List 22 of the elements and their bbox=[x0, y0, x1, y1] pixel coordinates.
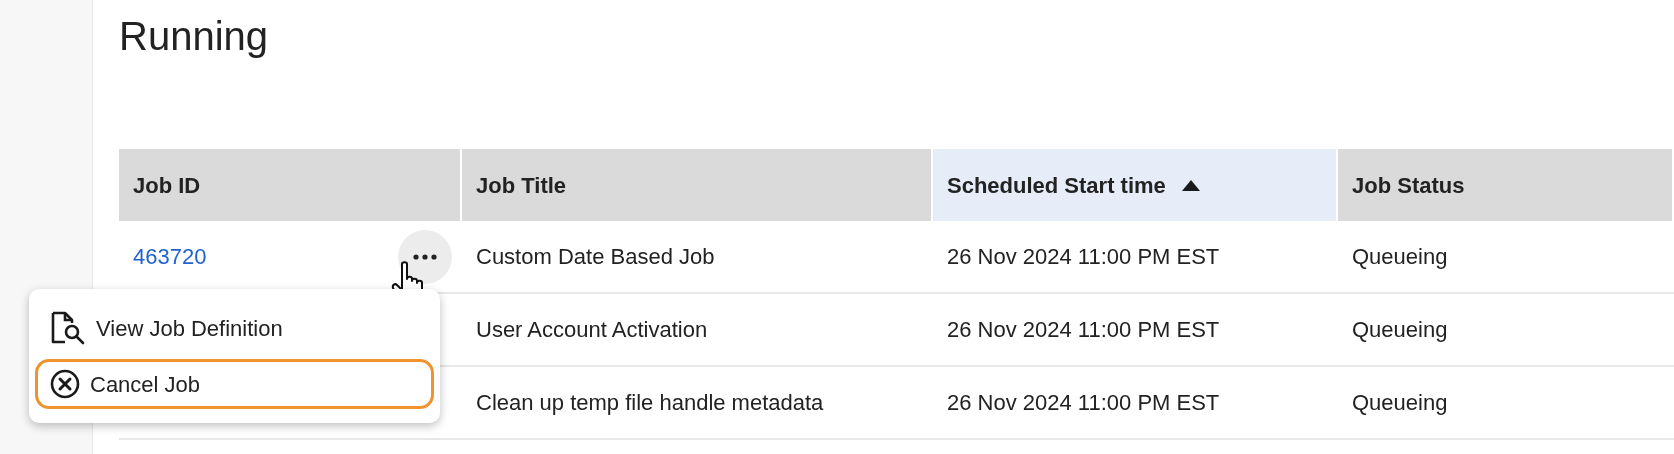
table-cell-text: Queueing bbox=[1351, 389, 1449, 417]
table-cell-text: Custom Date Based Job bbox=[475, 243, 716, 271]
menu-item[interactable]: View Job Definition bbox=[35, 303, 434, 353]
column-header[interactable]: Scheduled Start time bbox=[933, 149, 1336, 221]
cancel-icon bbox=[50, 369, 80, 399]
column-header[interactable]: Job Status bbox=[1338, 149, 1672, 221]
sort-ascending-icon bbox=[1181, 179, 1200, 191]
table-cell-text: User Account Activation bbox=[475, 316, 709, 344]
menu-item[interactable]: Cancel Job bbox=[35, 359, 434, 409]
column-header[interactable]: Job ID bbox=[119, 149, 460, 221]
table-cell-text: 26 Nov 2024 11:00 PM EST bbox=[946, 243, 1221, 271]
table-cell-text: Clean up temp file handle metadata bbox=[475, 389, 825, 417]
more-icon bbox=[413, 253, 437, 260]
job-id-link[interactable]: 463720 bbox=[133, 240, 207, 273]
table-cell-text: 26 Nov 2024 11:00 PM EST bbox=[946, 389, 1221, 417]
page-title: Running bbox=[119, 16, 268, 56]
column-header[interactable]: Job Title bbox=[462, 149, 931, 221]
table-cell-text: 26 Nov 2024 11:00 PM EST bbox=[946, 316, 1221, 344]
document-search-icon bbox=[50, 311, 86, 345]
table-cell-text: Queueing bbox=[1351, 316, 1449, 344]
table-cell-text: Queueing bbox=[1351, 243, 1449, 271]
more-actions-button[interactable] bbox=[398, 229, 452, 284]
